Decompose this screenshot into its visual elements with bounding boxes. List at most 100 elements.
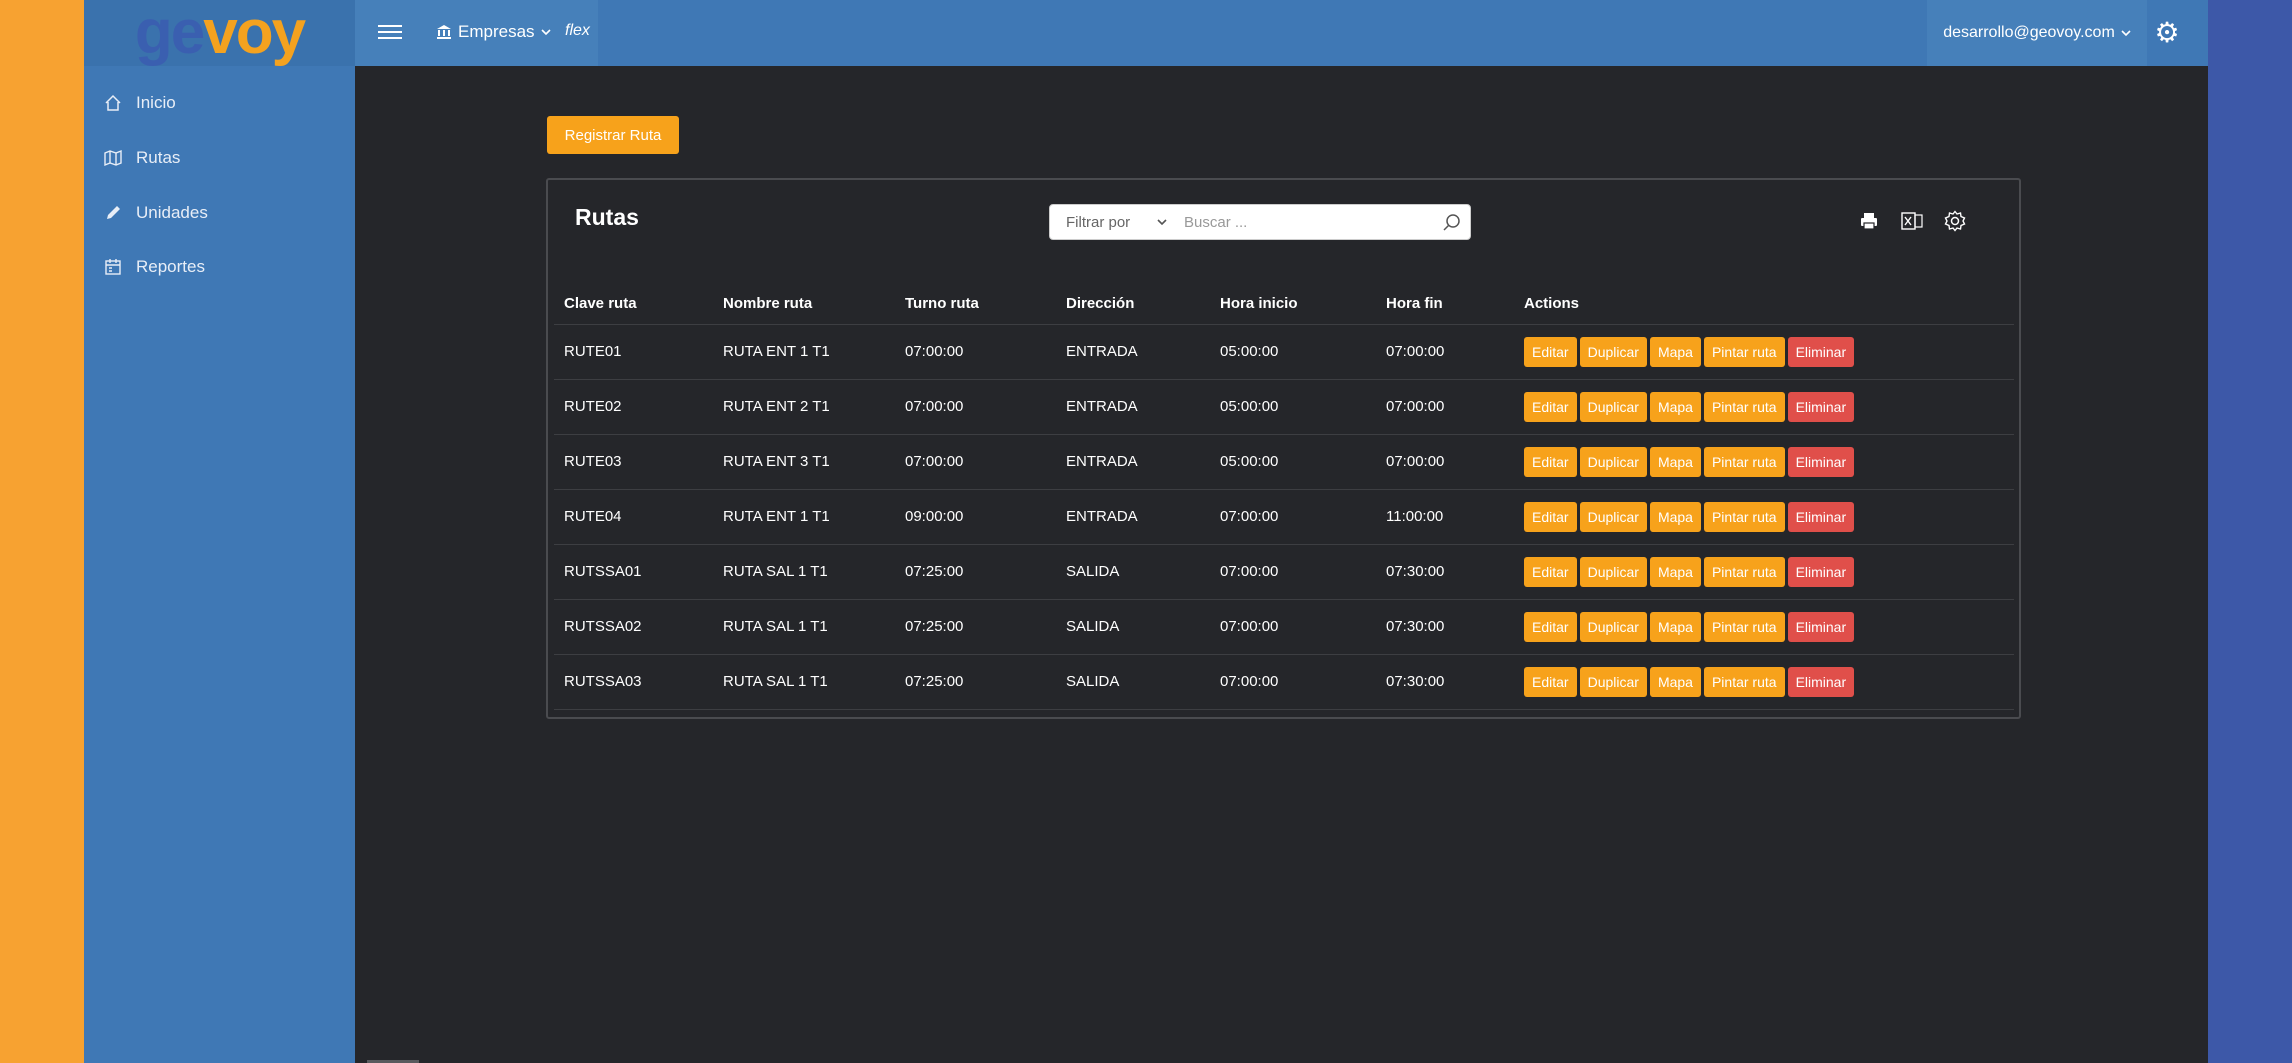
column-header[interactable]: Hora fin [1376,284,1514,325]
settings-gear-icon[interactable]: ⚙ [2152,18,2182,48]
table-row: RUTSSA03 RUTA SAL 1 T1 07:25:00 SALIDA 0… [554,654,2014,710]
cell-direction: SALIDA [1056,544,1210,600]
paint-route-button[interactable]: Pintar ruta [1703,666,1785,697]
cell-route-name: RUTA SAL 1 T1 [713,599,895,655]
cell-start-time: 07:00:00 [1210,654,1376,710]
cell-shift: 07:00:00 [895,434,1056,490]
paint-route-button[interactable]: Pintar ruta [1703,556,1785,587]
cell-start-time: 05:00:00 [1210,379,1376,435]
sidebar-item-label: Reportes [136,257,205,276]
cell-direction: ENTRADA [1056,489,1210,545]
table-row: RUTE01 RUTA ENT 1 T1 07:00:00 ENTRADA 05… [554,324,2014,380]
excel-export-icon[interactable] [1899,208,1925,234]
cell-route-code: RUTSSA01 [554,544,713,600]
paint-route-button[interactable]: Pintar ruta [1703,446,1785,477]
column-header[interactable]: Clave ruta [554,284,713,325]
delete-button[interactable]: Eliminar [1787,446,1855,477]
cell-actions: Editar Duplicar Mapa Pintar ruta Eliminar [1514,324,2014,380]
duplicate-button[interactable]: Duplicar [1579,556,1647,587]
edit-button[interactable]: Editar [1524,666,1577,697]
table-row: RUTE03 RUTA ENT 3 T1 07:00:00 ENTRADA 05… [554,434,2014,490]
table-row: RUTSSA02 RUTA SAL 1 T1 07:25:00 SALIDA 0… [554,599,2014,655]
filter-dropdown[interactable]: Filtrar por [1050,205,1180,239]
filter-label: Filtrar por [1066,213,1131,231]
paint-route-button[interactable]: Pintar ruta [1703,336,1785,367]
search-icon[interactable] [1434,205,1470,239]
empresas-dropdown[interactable]: Empresas [436,22,551,42]
duplicate-button[interactable]: Duplicar [1579,611,1647,642]
sidebar-item-rutas[interactable]: Rutas [104,143,180,173]
map-button[interactable]: Mapa [1649,611,1701,642]
map-button[interactable]: Mapa [1649,446,1701,477]
routes-table: Clave ruta Nombre ruta Turno ruta Direcc… [554,284,2014,710]
flex-label: flex [565,22,590,39]
paint-route-button[interactable]: Pintar ruta [1703,611,1785,642]
map-button[interactable]: Mapa [1649,666,1701,697]
column-header[interactable]: Turno ruta [895,284,1056,325]
edit-button[interactable]: Editar [1524,556,1577,587]
cell-start-time: 05:00:00 [1210,324,1376,380]
map-button[interactable]: Mapa [1649,556,1701,587]
calendar-icon [104,258,122,276]
cell-direction: SALIDA [1056,599,1210,655]
menu-toggle-icon[interactable] [378,22,402,42]
cell-start-time: 07:00:00 [1210,489,1376,545]
cell-direction: ENTRADA [1056,434,1210,490]
delete-button[interactable]: Eliminar [1787,391,1855,422]
paint-route-button[interactable]: Pintar ruta [1703,391,1785,422]
register-route-button[interactable]: Registrar Ruta [547,116,679,154]
logo[interactable]: gevoy [84,0,355,66]
sidebar-item-reportes[interactable]: Reportes [104,252,205,282]
bank-icon [437,25,451,39]
delete-button[interactable]: Eliminar [1787,336,1855,367]
table-settings-icon[interactable] [1942,208,1968,234]
sidebar-item-label: Rutas [136,148,181,167]
delete-button[interactable]: Eliminar [1787,611,1855,642]
cell-actions: Editar Duplicar Mapa Pintar ruta Eliminar [1514,434,2014,490]
cell-shift: 07:25:00 [895,654,1056,710]
chevron-down-icon [2121,30,2131,37]
column-header[interactable]: Nombre ruta [713,284,895,325]
cell-end-time: 07:00:00 [1376,434,1514,490]
edit-button[interactable]: Editar [1524,336,1577,367]
cell-start-time: 05:00:00 [1210,434,1376,490]
delete-button[interactable]: Eliminar [1787,501,1855,532]
table-row: RUTE02 RUTA ENT 2 T1 07:00:00 ENTRADA 05… [554,379,2014,435]
search-input[interactable] [1180,205,1434,239]
duplicate-button[interactable]: Duplicar [1579,666,1647,697]
table-header-row: Clave ruta Nombre ruta Turno ruta Direcc… [554,284,2014,325]
chevron-down-icon [540,29,551,36]
edit-button[interactable]: Editar [1524,446,1577,477]
routes-panel: Rutas Filtrar por Clave ruta Nombre ruta… [546,178,2021,719]
main-content: Registrar Ruta Rutas Filtrar por Clave r… [355,66,2208,1063]
duplicate-button[interactable]: Duplicar [1579,446,1647,477]
cell-end-time: 07:30:00 [1376,599,1514,655]
sidebar-item-inicio[interactable]: Inicio [104,88,176,118]
cell-actions: Editar Duplicar Mapa Pintar ruta Eliminar [1514,489,2014,545]
cell-route-code: RUTE01 [554,324,713,380]
delete-button[interactable]: Eliminar [1787,556,1855,587]
edit-button[interactable]: Editar [1524,611,1577,642]
cell-route-name: RUTA ENT 1 T1 [713,489,895,545]
cell-route-code: RUTE04 [554,489,713,545]
edit-button[interactable]: Editar [1524,391,1577,422]
column-header[interactable]: Dirección [1056,284,1210,325]
column-header[interactable]: Hora inicio [1210,284,1376,325]
map-button[interactable]: Mapa [1649,501,1701,532]
duplicate-button[interactable]: Duplicar [1579,501,1647,532]
left-frame [0,0,84,1063]
right-frame [2208,0,2292,1063]
table-row: RUTSSA01 RUTA SAL 1 T1 07:25:00 SALIDA 0… [554,544,2014,600]
map-button[interactable]: Mapa [1649,336,1701,367]
sidebar-item-unidades[interactable]: Unidades [104,198,208,228]
paint-route-button[interactable]: Pintar ruta [1703,501,1785,532]
duplicate-button[interactable]: Duplicar [1579,336,1647,367]
edit-button[interactable]: Editar [1524,501,1577,532]
cell-shift: 09:00:00 [895,489,1056,545]
duplicate-button[interactable]: Duplicar [1579,391,1647,422]
user-menu[interactable]: desarrollo@geovoy.com [1927,0,2147,66]
cell-direction: ENTRADA [1056,324,1210,380]
print-icon[interactable] [1856,208,1882,234]
delete-button[interactable]: Eliminar [1787,666,1855,697]
map-button[interactable]: Mapa [1649,391,1701,422]
